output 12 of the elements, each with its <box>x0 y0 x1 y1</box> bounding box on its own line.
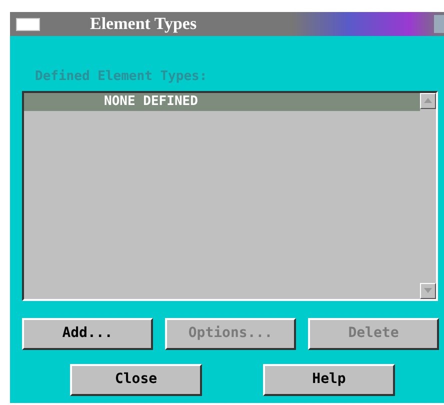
scroll-up-button[interactable] <box>420 92 436 108</box>
down-arrow-icon <box>424 288 432 293</box>
window-title: Element Types <box>90 13 197 36</box>
up-arrow-icon <box>424 98 432 103</box>
list-label: Defined Element Types: <box>35 68 208 86</box>
window-menu-icon[interactable] <box>16 18 40 30</box>
dialog-button[interactable]: Close <box>70 364 202 396</box>
scroll-down-button[interactable] <box>420 282 436 298</box>
dialog-button[interactable]: Add... <box>22 318 153 350</box>
element-type-list[interactable]: NONE DEFINED <box>22 90 438 300</box>
dialog-button[interactable]: Help <box>263 364 395 396</box>
list-item[interactable]: NONE DEFINED <box>24 92 420 110</box>
